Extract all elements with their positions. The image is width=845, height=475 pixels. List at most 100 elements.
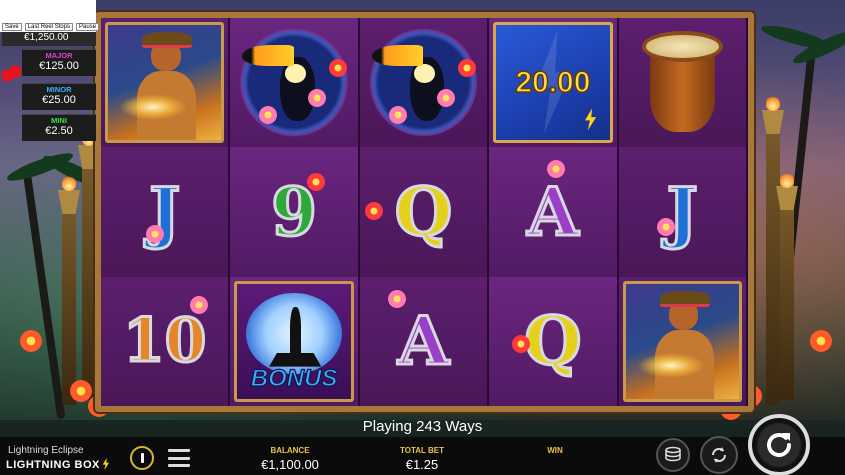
dancer-silhouette [289,306,301,358]
flower-icon [306,173,325,192]
flower-decoration [70,380,92,402]
torch-mid-left [82,160,96,400]
symbol-a: A [359,276,490,406]
bolt-prize-value: 20.00 [515,65,592,100]
flower-icon [259,106,278,125]
spin-icon [767,433,792,458]
symbol-j: J [101,147,231,277]
major-jackpot: MAJOR €125.00 [22,49,96,76]
flower-decoration [810,330,832,352]
balance-value: €1,100.00 [261,457,319,472]
top-controls: Save Last Reel Stops Pause [2,23,100,31]
torch-far-right-flame [780,172,794,188]
flower-decoration [20,330,42,352]
pause-button[interactable]: Pause [76,23,100,31]
toucan-image [365,24,482,142]
fire-dancer-sparks [636,352,705,379]
win-label: WIN [547,446,563,455]
major-jackpot-value: €125.00 [39,60,79,72]
flower-icon [364,201,383,220]
symbol-10: 10 [101,276,231,406]
die [8,64,23,79]
symbol-j: J [618,147,748,277]
torch-left-flame [62,175,76,191]
brand-name: LIGHTNING BOX [6,459,100,471]
coin-stack-glyph [665,446,681,462]
lightning-bolt-icon [102,458,110,470]
symbol-fire-dancer [618,276,748,406]
mini-jackpot-label: MINI [51,116,67,125]
flower-icon [387,289,406,308]
toucan-image [236,24,352,142]
win-display: WIN [525,446,585,457]
symbol-letter: Q [393,172,453,251]
power-glyph [140,453,144,463]
symbol-toucan [230,18,360,148]
torch-left [62,205,76,405]
torch-right-flame [766,95,780,111]
ways-message: Playing 243 Ways [362,418,483,435]
fire-dancer-crown [142,31,192,49]
power-icon[interactable] [130,446,154,470]
minor-jackpot: MINOR €25.00 [22,83,96,110]
toucan-beak [242,45,295,67]
brand-logo: LIGHTNING BOX [6,458,110,471]
symbol-letter: Q [523,302,583,381]
fire-dancer-image [622,280,742,402]
total-bet-label: TOTAL BET [400,446,444,455]
symbol-fire-dancer [101,18,231,148]
symbol-q: Q [359,147,490,277]
drum-head [641,30,724,62]
fire-dancer-crown [659,290,710,307]
balance-label: BALANCE [270,446,310,455]
mini-jackpot-value: €2.50 [45,125,73,137]
symbol-bonus: BONUS [230,276,360,406]
save-button[interactable]: Save [2,23,22,31]
symbol-drum [618,18,748,148]
fire-dancer-image [105,22,225,144]
coin-stack-icon[interactable] [656,438,690,472]
symbol-9: 9 [230,147,360,277]
major-jackpot-label: MAJOR [45,51,73,60]
flower-icon [145,224,164,243]
total-bet-value: €1.25 [405,457,439,472]
autoplay-icon[interactable] [700,436,738,474]
lightning-bolt-tile: 20.00 [493,22,613,144]
flower-icon [388,106,407,125]
torch-right [766,125,780,405]
symbol-letter: A [526,172,580,251]
last-reel-stops-button[interactable]: Last Reel Stops [24,23,74,31]
torch-far-right [780,200,794,400]
minor-jackpot-label: MINOR [46,85,72,94]
symbol-number: 10 [121,306,207,377]
mini-jackpot: MINI €2.50 [22,114,96,141]
symbol-a: A [489,147,619,277]
flower-icon [458,59,477,78]
reel-grid: 20.00 J 9 Q A J 10 BONUS A Q [101,18,748,406]
dice-icon[interactable] [0,64,23,83]
toucan-beak [371,45,424,67]
bonus-label: BONUS [250,364,338,392]
symbol-toucan [359,18,490,148]
fire-dancer-sparks [119,94,188,120]
minor-jackpot-value: €25.00 [42,94,76,106]
spin-button[interactable] [748,414,810,475]
total-bet-display: TOTAL BET €1.25 [382,446,462,472]
flower-icon [328,59,347,78]
autoplay-glyph [711,447,727,463]
menu-line [168,464,190,467]
grand-jackpot-value: €1,250.00 [2,32,96,46]
flower-icon [546,160,565,179]
flower-icon [512,334,531,353]
bonus-tile: BONUS [234,280,354,402]
flower-icon [437,88,456,107]
balance-display: BALANCE €1,100.00 [250,446,330,472]
drum-image [641,30,724,134]
symbol-q: Q [489,276,619,406]
menu-line [168,456,190,460]
toucan-chest [414,63,436,83]
symbol-letter: J [665,172,699,251]
menu-icon[interactable] [168,449,190,467]
menu-line [168,449,190,452]
game-title: Lightning Eclipse [8,445,84,456]
